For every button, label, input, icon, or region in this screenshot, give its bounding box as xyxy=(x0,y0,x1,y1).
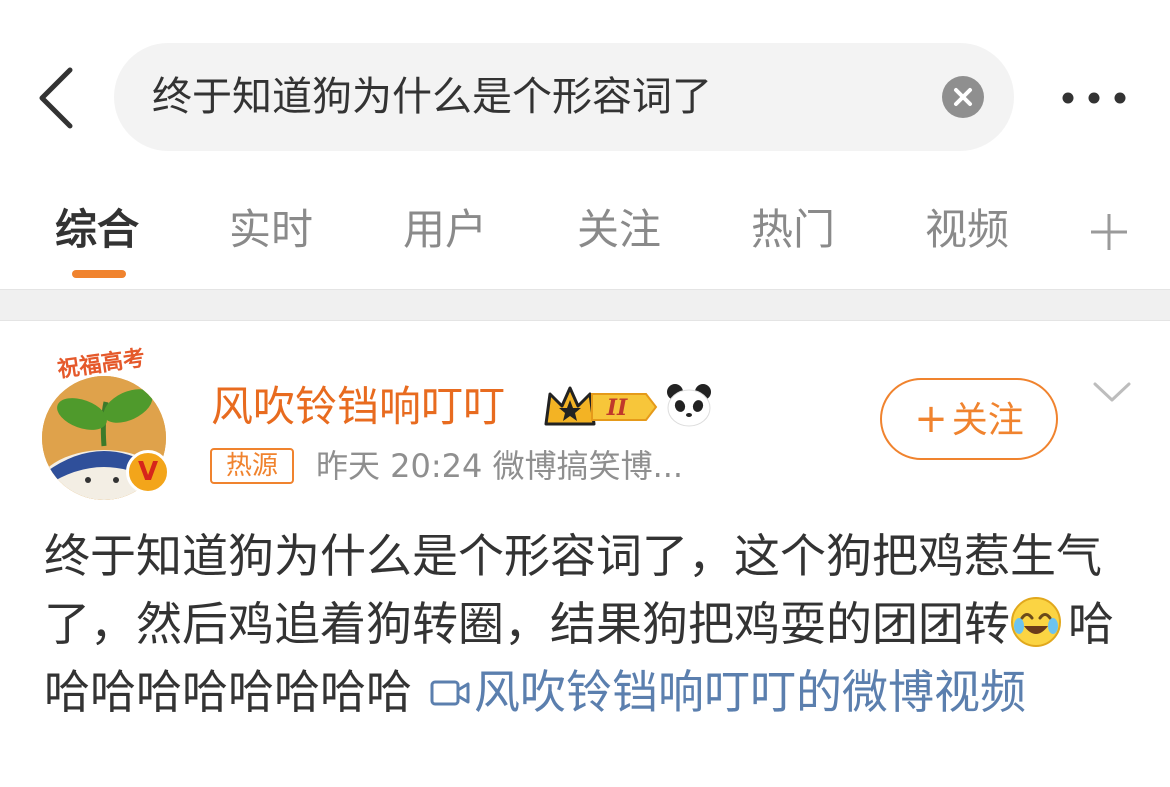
verified-icon: V xyxy=(126,450,170,494)
add-tab-icon[interactable] xyxy=(1088,211,1130,253)
tab-following[interactable]: 关注 xyxy=(577,202,661,258)
tab-hot[interactable]: 热门 xyxy=(751,202,835,258)
active-tab-indicator xyxy=(72,270,126,278)
more-icon[interactable] xyxy=(1058,86,1130,110)
tab-video[interactable]: 视频 xyxy=(925,202,1009,258)
tab-bar: 综合 实时 用户 关注 热门 视频 xyxy=(0,180,1170,288)
panda-icon xyxy=(667,384,711,427)
post-meta: 昨天 20:24 微博搞笑博... xyxy=(316,447,684,485)
follow-button[interactable]: + 关注 xyxy=(880,378,1058,460)
crown-icon[interactable]: II xyxy=(542,384,660,430)
search-header: 终于知道狗为什么是个形容词了 xyxy=(0,0,1170,170)
post-text-main: 终于知道狗为什么是个形容词了，这个狗把鸡惹生气了，然后鸡追着狗转圈，结果狗把鸡耍… xyxy=(44,529,1102,651)
video-icon xyxy=(430,680,470,706)
search-input[interactable]: 终于知道狗为什么是个形容词了 xyxy=(114,43,1014,151)
laughing-emoji-icon xyxy=(1011,597,1061,647)
search-query-text: 终于知道狗为什么是个形容词了 xyxy=(152,74,712,120)
plus-icon: + xyxy=(914,396,948,442)
section-divider xyxy=(0,289,1170,321)
tab-comprehensive[interactable]: 综合 xyxy=(55,202,139,258)
video-link[interactable]: 风吹铃铛响叮叮的微博视频 xyxy=(474,665,1026,719)
clear-icon[interactable] xyxy=(942,76,984,118)
tab-realtime[interactable]: 实时 xyxy=(229,202,313,258)
source-tag: 热源 xyxy=(210,448,294,484)
username[interactable]: 风吹铃铛响叮叮 xyxy=(211,380,505,434)
post-text: 终于知道狗为什么是个形容词了，这个狗把鸡惹生气了，然后鸡追着狗转圈，结果狗把鸡耍… xyxy=(44,522,1134,726)
follow-label: 关注 xyxy=(951,400,1024,441)
chevron-down-icon[interactable] xyxy=(1092,380,1132,404)
back-arrow-icon[interactable] xyxy=(34,66,84,130)
tab-users[interactable]: 用户 xyxy=(403,202,487,258)
level-badge-text: II xyxy=(606,395,628,421)
